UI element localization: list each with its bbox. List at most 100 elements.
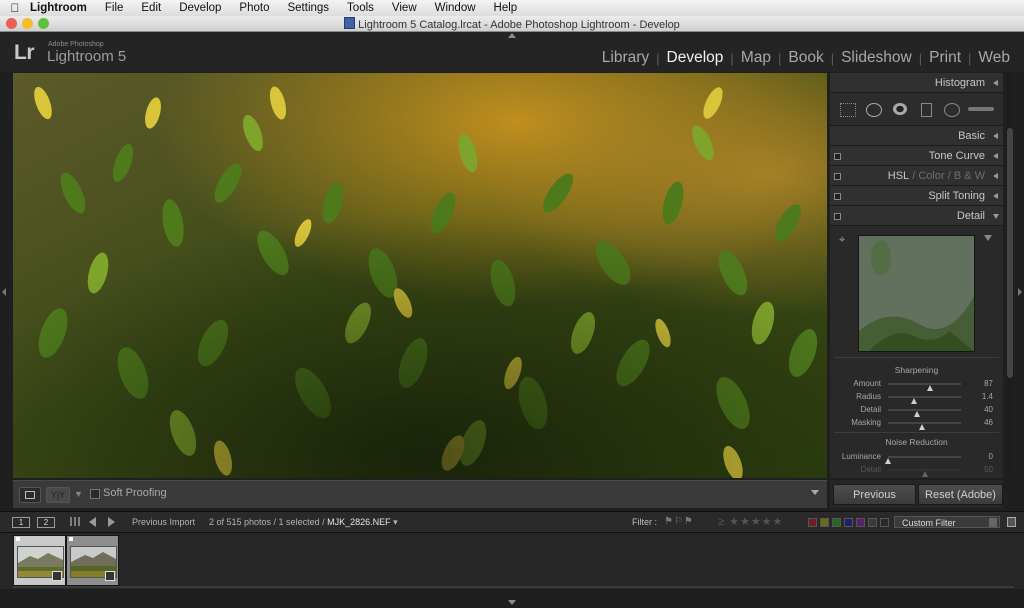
scrollbar-thumb[interactable] <box>1007 128 1013 378</box>
panel-hsl-header[interactable]: HSL / Color / B & W <box>830 166 1003 186</box>
photo-preview[interactable] <box>13 73 827 478</box>
menu-app-name[interactable]: Lightroom <box>30 2 97 14</box>
filmstrip-thumbnail[interactable] <box>13 535 66 586</box>
panel-detail-header[interactable]: Detail <box>830 206 1003 226</box>
toolbar-content-dropdown-icon[interactable] <box>811 490 819 495</box>
slider-value[interactable]: 0 <box>989 452 993 461</box>
panel-histogram-header[interactable]: Histogram <box>830 73 1003 93</box>
custom-label-icon[interactable] <box>868 518 877 527</box>
purple-label-icon[interactable] <box>856 518 865 527</box>
collapse-detail-icon <box>993 214 999 219</box>
slider-row[interactable]: Detail 40 <box>830 404 1003 417</box>
soft-proofing-checkbox[interactable] <box>90 489 100 499</box>
panel-switch-icon[interactable] <box>834 193 841 200</box>
window-title-text: Lightroom 5 Catalog.lrcat - Adobe Photos… <box>358 19 680 31</box>
previous-button[interactable]: Previous <box>833 484 916 505</box>
module-web[interactable]: Web <box>971 49 1017 67</box>
slider-row[interactable]: Luminance 0 <box>830 451 1003 464</box>
collapse-right-panel-icon[interactable] <box>1018 288 1022 296</box>
slider-value[interactable]: 40 <box>984 405 993 414</box>
navigate-forward-icon[interactable] <box>108 517 115 527</box>
slider-value[interactable]: 46 <box>984 418 993 427</box>
filmstrip-info[interactable]: 2 of 515 photos / 1 selected / MJK_2826.… <box>209 517 398 528</box>
grid-view-icon[interactable] <box>70 517 80 526</box>
green-label-icon[interactable] <box>832 518 841 527</box>
slider-value[interactable]: 1.4 <box>982 392 993 401</box>
flag-filter-icons[interactable]: ⚑⚐⚑ <box>664 516 694 527</box>
menu-help[interactable]: Help <box>486 2 528 14</box>
radial-filter-tool-icon[interactable] <box>944 103 960 117</box>
slider-row[interactable]: Masking 46 <box>830 417 1003 430</box>
collapse-left-panel-icon[interactable] <box>2 288 6 296</box>
color-label-filter[interactable] <box>808 518 889 527</box>
filmstrip-thumbnail[interactable] <box>66 535 119 586</box>
main-window-button[interactable]: 1 <box>12 517 30 528</box>
collapse-top-panel-icon[interactable] <box>508 33 516 38</box>
module-develop[interactable]: Develop <box>660 49 731 67</box>
detail-zoom-preview[interactable] <box>858 235 975 352</box>
before-after-button[interactable]: Y|Y <box>46 487 70 503</box>
spot-removal-tool-icon[interactable] <box>866 103 882 117</box>
filmstrip-source[interactable]: Previous Import <box>132 517 195 527</box>
slider-row[interactable]: Amount 87 <box>830 378 1003 391</box>
blue-label-icon[interactable] <box>844 518 853 527</box>
slider-track[interactable] <box>888 422 961 430</box>
reset-button[interactable]: Reset (Adobe) <box>918 484 1003 505</box>
adjustment-brush-tool-icon[interactable] <box>968 107 994 111</box>
menu-window[interactable]: Window <box>427 2 486 14</box>
target-adjustment-icon[interactable]: ⌖ <box>839 234 845 247</box>
apple-icon[interactable]:  <box>0 1 30 15</box>
slider-value[interactable]: 50 <box>984 465 993 474</box>
menu-tools[interactable]: Tools <box>339 2 384 14</box>
preview-menu-icon[interactable] <box>984 235 992 241</box>
panel-tone-curve-header[interactable]: Tone Curve <box>830 146 1003 166</box>
red-label-icon[interactable] <box>808 518 817 527</box>
menu-develop[interactable]: Develop <box>171 2 231 14</box>
panel-split-toning-header[interactable]: Split Toning <box>830 186 1003 206</box>
panel-switch-icon[interactable] <box>834 173 841 180</box>
slider-track[interactable] <box>888 409 961 417</box>
star-rating-filter[interactable]: ≥ ★★★★★ <box>718 515 783 528</box>
module-print[interactable]: Print <box>922 49 968 67</box>
menu-view[interactable]: View <box>384 2 427 14</box>
slider-track[interactable] <box>885 456 961 464</box>
module-book[interactable]: Book <box>781 49 830 67</box>
slider-value[interactable]: 87 <box>984 379 993 388</box>
slider-knob[interactable] <box>918 424 925 430</box>
collapse-filmstrip-icon[interactable] <box>508 600 516 605</box>
module-slideshow[interactable]: Slideshow <box>834 49 919 67</box>
module-map[interactable]: Map <box>734 49 778 67</box>
before-after-dropdown-icon[interactable]: ▼ <box>74 489 83 499</box>
menu-photo[interactable]: Photo <box>231 2 279 14</box>
filter-lock-icon[interactable] <box>1007 517 1016 527</box>
sharpening-title: Sharpening <box>894 365 939 375</box>
panel-hsl-title[interactable]: HSL <box>888 170 909 182</box>
module-library[interactable]: Library <box>595 49 656 67</box>
red-eye-tool-icon[interactable] <box>893 103 907 115</box>
navigate-back-icon[interactable] <box>89 517 96 527</box>
menu-file[interactable]: File <box>97 2 134 14</box>
menu-settings[interactable]: Settings <box>279 2 339 14</box>
right-panel-scrollbar[interactable] <box>1006 73 1014 478</box>
slider-track[interactable] <box>888 469 961 477</box>
slider-knob[interactable] <box>921 471 928 477</box>
yellow-label-icon[interactable] <box>820 518 829 527</box>
panel-bw-title[interactable]: B & W <box>954 170 985 182</box>
filmstrip-scroll-track[interactable] <box>13 586 1014 588</box>
custom-filter-select[interactable]: Custom Filter <box>894 516 1000 528</box>
filename-dropdown-icon[interactable]: ▾ <box>393 517 398 527</box>
panel-switch-icon[interactable] <box>834 213 841 220</box>
graduated-filter-tool-icon[interactable] <box>921 103 932 117</box>
panel-color-title[interactable]: Color <box>918 170 944 182</box>
no-label-icon[interactable] <box>880 518 889 527</box>
panel-basic-header[interactable]: Basic <box>830 126 1003 146</box>
slider-row[interactable]: Detail 50 <box>830 464 1003 477</box>
slider-track[interactable] <box>888 383 961 391</box>
slider-row[interactable]: Radius 1.4 <box>830 391 1003 404</box>
secondary-window-button[interactable]: 2 <box>37 517 55 528</box>
panel-switch-icon[interactable] <box>834 153 841 160</box>
crop-tool-icon[interactable] <box>840 103 856 117</box>
slider-track[interactable] <box>888 396 961 404</box>
menu-edit[interactable]: Edit <box>133 2 171 14</box>
loupe-view-button[interactable] <box>19 487 41 503</box>
